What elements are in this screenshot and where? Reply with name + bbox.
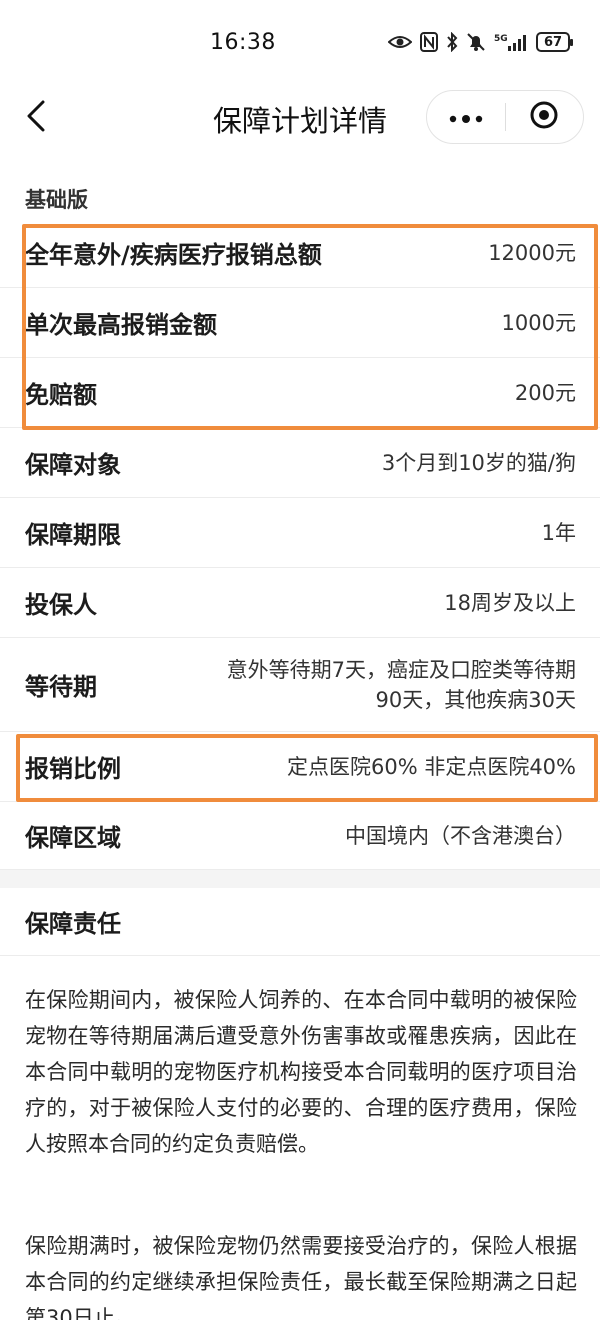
row-deductible: 免赔额 200元 <box>0 358 600 428</box>
5g-signal-icon: 5G <box>494 32 528 52</box>
status-bar: 16:38 5G 67 <box>0 0 600 88</box>
row-value: 意外等待期7天，癌症及口腔类等待期90天，其他疾病30天 <box>226 657 576 712</box>
row-value: 12000元 <box>488 240 576 265</box>
mute-icon <box>466 32 486 52</box>
battery-icon: 67 <box>536 32 573 52</box>
close-mini-program-button[interactable] <box>506 90 584 144</box>
section-title-coverage-duty: 保障责任 <box>0 888 600 956</box>
row-waiting-period: 等待期 意外等待期7天，癌症及口腔类等待期90天，其他疾病30天 <box>0 638 600 732</box>
more-button[interactable] <box>427 90 505 144</box>
row-label: 保障区域 <box>25 824 121 852</box>
row-total-reimbursement: 全年意外/疾病医疗报销总额 12000元 <box>0 218 600 288</box>
row-label: 单次最高报销金额 <box>25 311 217 339</box>
row-label: 等待期 <box>25 673 97 701</box>
row-value: 3个月到10岁的猫/狗 <box>381 450 576 475</box>
row-label: 全年意外/疾病医疗报销总额 <box>25 241 322 269</box>
row-coverage-region: 保障区域 中国境内（不含港澳台） <box>0 802 600 870</box>
row-value: 18周岁及以上 <box>444 590 576 615</box>
row-value: 1000元 <box>501 310 576 335</box>
row-coverage-period: 保障期限 1年 <box>0 498 600 568</box>
duty-paragraph: 保险期满时，被保险宠物仍然需要接受治疗的，保险人根据本合同的约定继续承担保险责任… <box>25 1234 577 1320</box>
status-icons: 5G 67 <box>388 32 573 52</box>
nav-bar: 保障计划详情 <box>0 88 600 148</box>
row-value: 1年 <box>541 520 576 545</box>
status-time: 16:38 <box>210 30 276 55</box>
duty-paragraph: 在保险期间内，被保险人饲养的、在本合同中载明的被保险宠物在等待期届满后遭受意外伤… <box>25 988 577 1156</box>
more-dots-icon <box>449 108 483 127</box>
target-circle-icon <box>529 100 559 134</box>
row-label: 投保人 <box>25 591 97 619</box>
row-value: 定点医院60% 非定点医院40% <box>286 754 576 779</box>
row-reimbursement-ratio: 报销比例 定点医院60% 非定点医院40% <box>0 732 600 802</box>
row-label: 免赔额 <box>25 381 97 409</box>
plan-detail-list: 全年意外/疾病医疗报销总额 12000元 单次最高报销金额 1000元 免赔额 … <box>0 218 600 870</box>
svg-text:5G: 5G <box>494 34 508 44</box>
chevron-left-icon <box>25 99 47 137</box>
section-divider <box>0 870 600 888</box>
row-label: 报销比例 <box>25 755 121 783</box>
row-label: 保障对象 <box>25 451 121 479</box>
row-value: 中国境内（不含港澳台） <box>345 823 576 848</box>
nfc-icon <box>420 32 438 52</box>
mini-program-capsule <box>426 90 584 144</box>
row-policyholder: 投保人 18周岁及以上 <box>0 568 600 638</box>
plan-tier-label: 基础版 <box>25 188 88 212</box>
row-label: 保障期限 <box>25 521 121 549</box>
back-button[interactable] <box>14 96 58 140</box>
row-insured-target: 保障对象 3个月到10岁的猫/狗 <box>0 428 600 498</box>
bluetooth-icon <box>446 32 458 52</box>
row-single-max: 单次最高报销金额 1000元 <box>0 288 600 358</box>
eye-icon <box>388 34 412 50</box>
row-value: 200元 <box>514 380 576 405</box>
